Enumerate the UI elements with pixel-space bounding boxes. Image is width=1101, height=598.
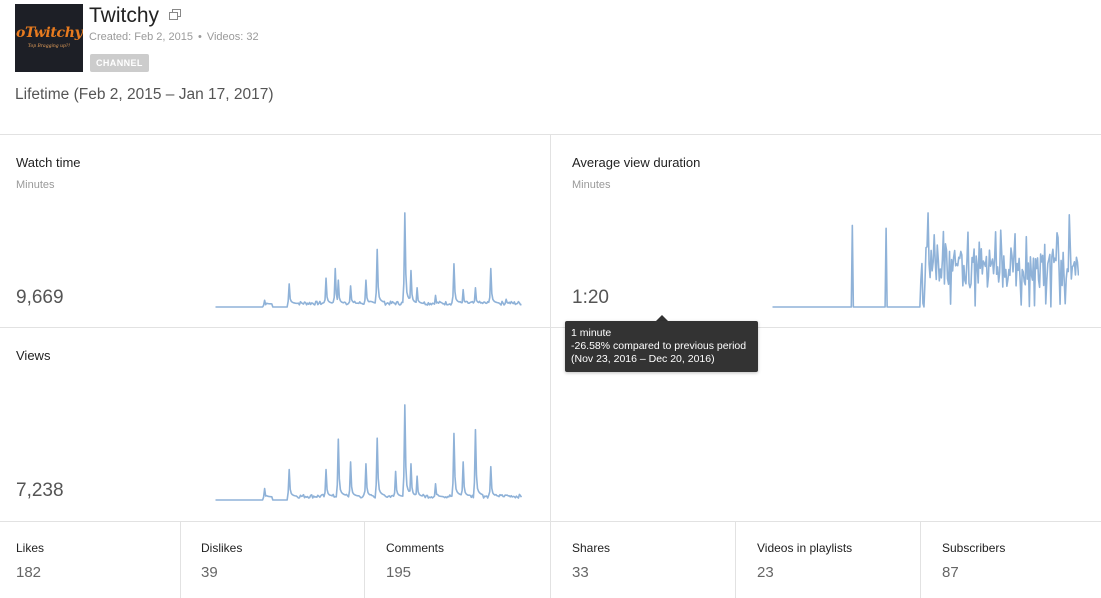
stat-value: 87 <box>942 564 959 581</box>
stat-label: Dislikes <box>201 541 243 555</box>
avg-view-duration-sparkline[interactable] <box>772 208 1079 308</box>
stat-videos-in-playlists[interactable]: Videos in playlists 23 <box>741 522 920 598</box>
stat-value: 33 <box>572 564 589 581</box>
views-title: Views <box>16 348 51 363</box>
watch-time-sparkline[interactable] <box>215 208 522 308</box>
channel-meta: Created: Feb 2, 2015 • Videos: 32 <box>89 31 259 43</box>
stat-comments[interactable]: Comments 195 <box>370 522 550 598</box>
stat-dislikes[interactable]: Dislikes 39 <box>185 522 364 598</box>
avg-view-duration-sparkline-svg <box>772 212 1079 308</box>
stat-label: Videos in playlists <box>757 541 853 555</box>
date-range: Lifetime (Feb 2, 2015 – Jan 17, 2017) <box>15 86 274 103</box>
stat-value: 39 <box>201 564 218 581</box>
chart-tooltip: 1 minute -26.58% compared to previous pe… <box>565 321 758 372</box>
stat-label: Shares <box>572 541 611 555</box>
channel-logo[interactable]: oTwitchy Top Bragging up?! <box>15 4 83 72</box>
sparkline-path <box>215 212 522 308</box>
avg-view-duration-unit: Minutes <box>572 179 611 191</box>
divider-center <box>550 134 551 598</box>
divider-stat-5 <box>920 521 921 598</box>
tooltip-value: 1 minute <box>571 327 612 339</box>
views-sparkline-svg <box>215 404 522 501</box>
tooltip-period: (Nov 23, 2016 – Dec 20, 2016) <box>571 353 715 365</box>
channel-badge: CHANNEL <box>90 54 149 72</box>
views-sparkline[interactable] <box>215 400 522 501</box>
stat-label: Likes <box>16 541 45 555</box>
watch-time-title: Watch time <box>16 155 81 170</box>
stat-likes[interactable]: Likes 182 <box>0 522 180 598</box>
stat-shares[interactable]: Shares 33 <box>556 522 735 598</box>
external-link-icon[interactable] <box>169 9 181 21</box>
meta-separator: • <box>197 31 202 43</box>
views-value: 7,238 <box>16 480 64 501</box>
watch-time-value: 9,669 <box>16 287 64 308</box>
logo-subtext: Top Bragging up?! <box>27 44 71 49</box>
avg-view-duration-value: 1:20 <box>572 287 609 308</box>
stat-label: Comments <box>386 541 445 555</box>
channel-name[interactable]: Twitchy <box>89 4 159 28</box>
watch-time-sparkline-svg <box>215 212 522 308</box>
divider-stat-4 <box>735 521 736 598</box>
stat-value: 182 <box>16 564 42 581</box>
stat-value: 195 <box>386 564 412 581</box>
watch-time-unit: Minutes <box>16 179 55 191</box>
stat-label: Subscribers <box>942 541 1006 555</box>
avg-view-duration-title: Average view duration <box>572 155 701 170</box>
created-date: Created: Feb 2, 2015 <box>89 31 193 43</box>
tooltip-comparison: -26.58% compared to previous period <box>571 340 747 352</box>
sparkline-path <box>215 404 522 501</box>
divider-stat-2 <box>364 521 365 598</box>
video-count: Videos: 32 <box>206 31 259 43</box>
sparkline-path <box>772 212 1079 308</box>
stat-value: 23 <box>757 564 774 581</box>
logo-text: oTwitchy <box>16 25 83 41</box>
stat-subscribers[interactable]: Subscribers 87 <box>926 522 1101 598</box>
divider-stat-1 <box>180 521 181 598</box>
